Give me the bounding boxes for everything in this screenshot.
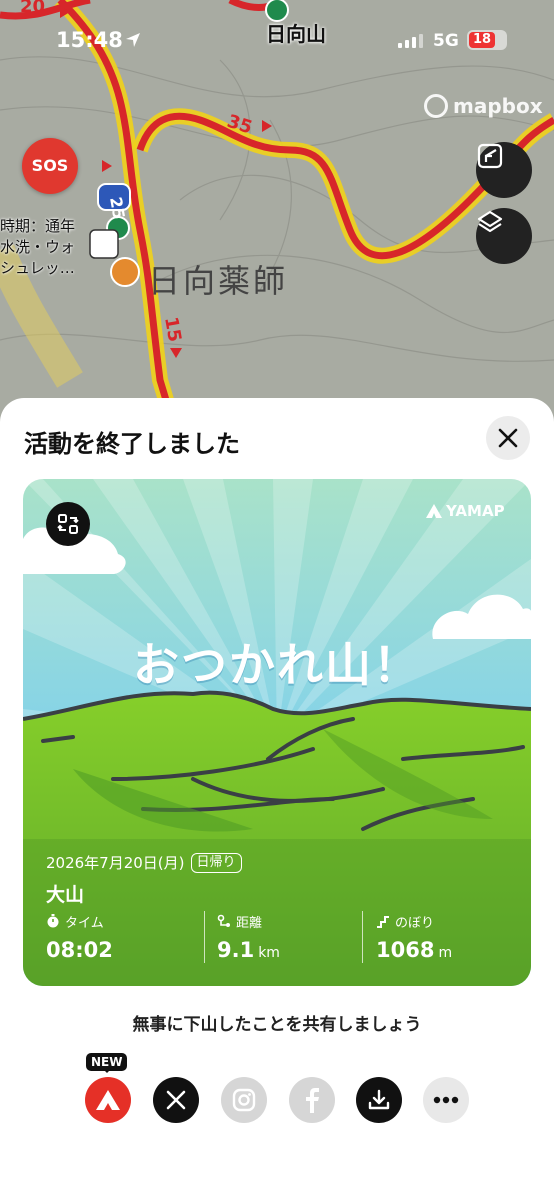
distance-icon [217, 914, 230, 927]
poi-label: 時期：通年 水洗・ウォ シュレッ… [0, 216, 75, 279]
battery-level: 18 [469, 32, 495, 48]
route-marker-15: 15 [160, 315, 185, 343]
location-arrow-icon [126, 33, 140, 47]
share-prompt: 無事に下山したことを共有しましょう [132, 1015, 422, 1035]
stat-value: 1068 [376, 938, 435, 962]
stat-value: 08:02 [46, 938, 113, 962]
more-icon [433, 1096, 459, 1104]
signal-icon [398, 34, 423, 48]
share-yamap-button[interactable] [85, 1077, 131, 1123]
stat-ascent: のぼり 1068 m [376, 911, 452, 967]
mapbox-attribution[interactable]: mapbox [424, 94, 543, 118]
layers-icon [477, 210, 503, 233]
trip-type-badge: 日帰り [190, 852, 242, 873]
sheet-title: 活動を終了しました [24, 430, 240, 458]
facebook-icon [306, 1088, 319, 1113]
activity-stats: タイム 08:02 距離 9.1 km のぼり 1068 m [46, 911, 516, 967]
activity-date: 2026年7月20日(月) 日帰り [46, 852, 242, 873]
download-icon [368, 1089, 390, 1110]
share-instagram-button[interactable] [221, 1077, 267, 1123]
status-time: 15:48 [56, 28, 123, 52]
minimize-icon [477, 143, 503, 169]
switch-design-button[interactable] [46, 502, 90, 546]
stat-time: タイム 08:02 [46, 911, 113, 967]
battery-icon: 18 [467, 30, 507, 50]
mapbox-logo-icon [424, 94, 448, 118]
stat-label: 距離 [236, 915, 263, 931]
place-name-label: 日向薬師 [148, 262, 289, 300]
poi-label-line: 水洗・ウォ [0, 238, 76, 256]
topo-map: 25 20 35 15 [0, 0, 554, 430]
yamap-logo-icon [426, 504, 442, 518]
share-x-button[interactable] [153, 1077, 199, 1123]
stat-unit: m [438, 945, 453, 961]
more-share-button[interactable] [423, 1077, 469, 1123]
date-text: 2026年7月20日(月) [46, 854, 185, 872]
map-view[interactable]: 25 20 35 15 日向山 日向薬師 時期：通年 水洗・ウォ シュレッ… S… [0, 0, 554, 430]
sos-button[interactable]: SOS [22, 138, 78, 194]
stat-divider [204, 911, 205, 963]
route-marker-25: 25 [106, 195, 129, 220]
download-button[interactable] [356, 1077, 402, 1123]
share-facebook-button[interactable] [289, 1077, 335, 1123]
card-headline: おつかれ山！ [133, 638, 421, 692]
stopwatch-icon [47, 914, 59, 928]
brand-text: YAMAP [446, 502, 505, 520]
mapbox-text: mapbox [453, 94, 543, 118]
poi-label-line: 時期：通年 [0, 217, 76, 235]
stat-label: のぼり [395, 915, 435, 931]
stat-unit: km [258, 945, 280, 961]
close-button[interactable] [486, 416, 530, 460]
card-illustration [23, 479, 531, 986]
activity-complete-sheet: 活動を終了しました YAMAP おつかれ山！ 2026年7月20日(月) 日帰り… [0, 398, 554, 1200]
close-icon [498, 428, 518, 448]
share-card: YAMAP おつかれ山！ 2026年7月20日(月) 日帰り 大山 タイム 08… [23, 479, 531, 986]
instagram-icon [232, 1088, 256, 1112]
swap-icon [57, 514, 79, 534]
stat-distance: 距離 9.1 km [217, 911, 280, 967]
yamap-brand: YAMAP [426, 502, 505, 520]
route-marker-20: 20 [20, 0, 45, 17]
stat-value: 9.1 [217, 938, 255, 962]
poi-label-line: シュレッ… [0, 259, 75, 277]
stat-divider [362, 911, 363, 963]
yamap-icon [96, 1090, 120, 1110]
stat-label: タイム [65, 915, 104, 931]
x-icon [166, 1090, 186, 1110]
ascent-icon [377, 916, 389, 928]
status-bar: 15:48 5G 18 [0, 28, 554, 58]
network-type: 5G [433, 31, 459, 51]
collapse-map-button[interactable] [476, 142, 532, 198]
new-badge: NEW [86, 1053, 128, 1073]
mountain-name: 大山 [46, 884, 85, 906]
map-layers-button[interactable] [476, 208, 532, 264]
